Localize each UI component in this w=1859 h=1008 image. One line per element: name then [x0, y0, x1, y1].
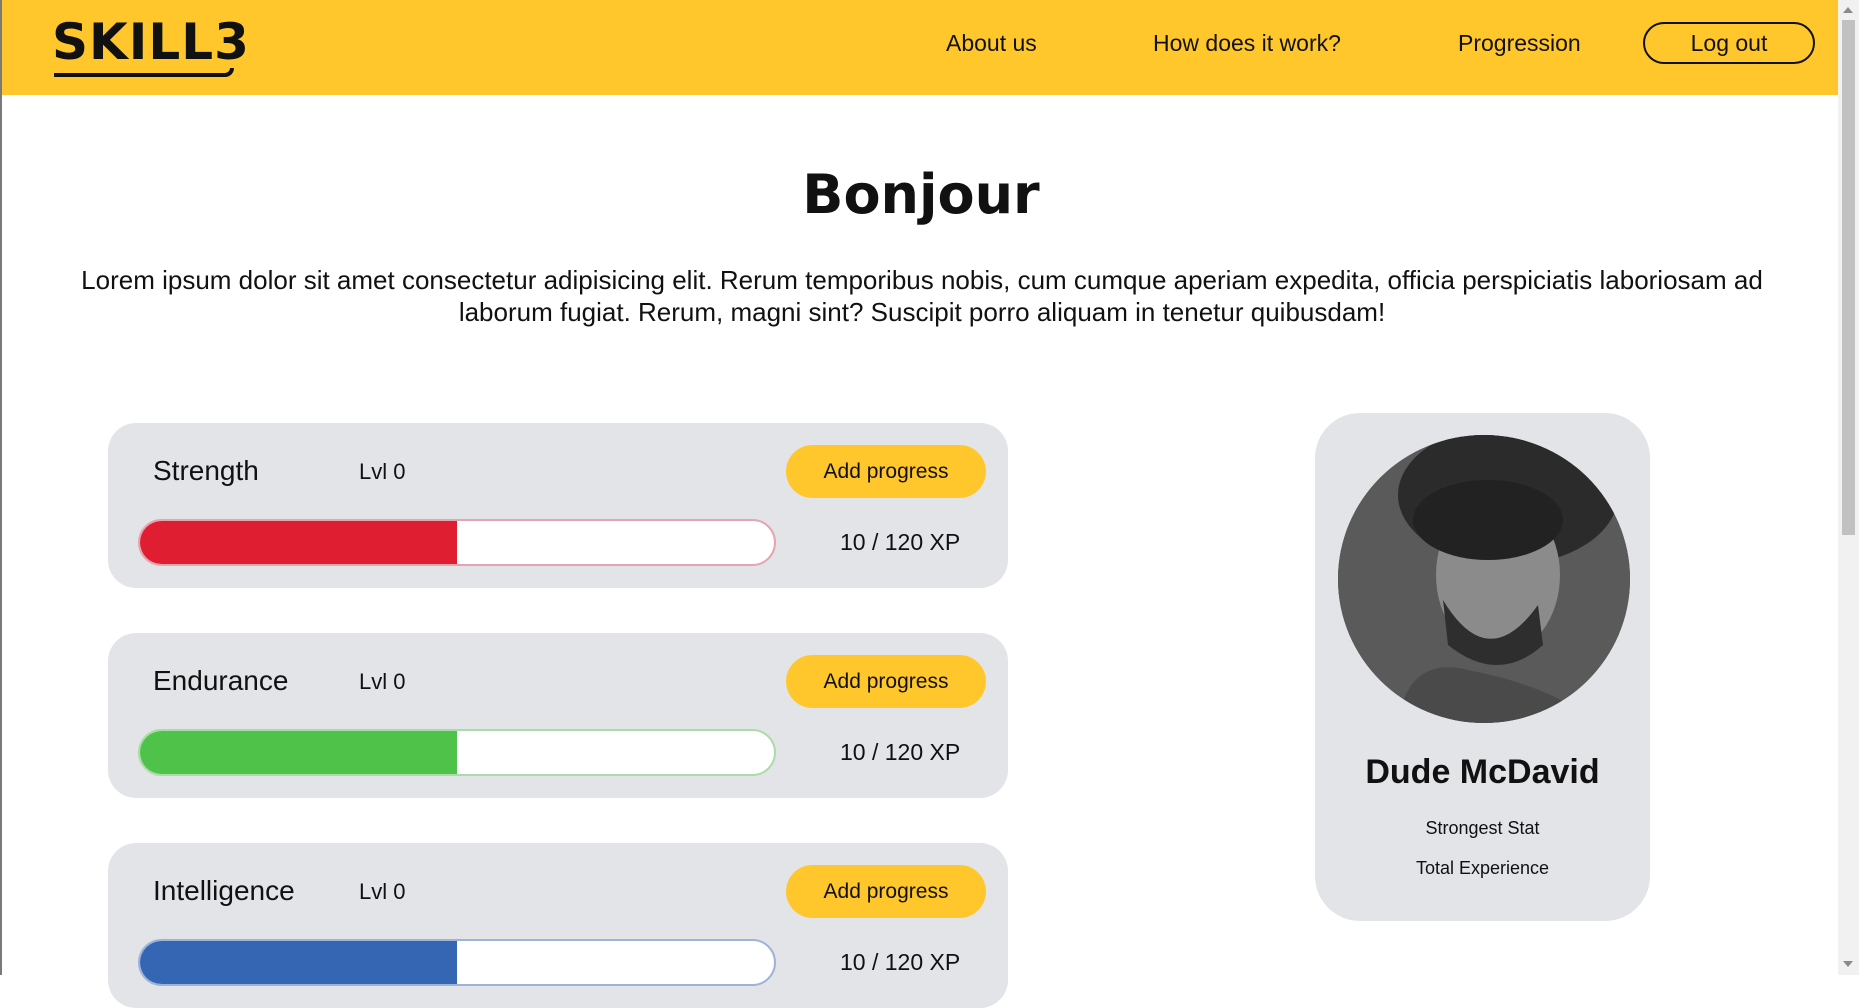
- add-progress-button[interactable]: Add progress: [786, 865, 986, 918]
- add-progress-button[interactable]: Add progress: [786, 655, 986, 708]
- scroll-up-arrow-icon[interactable]: [1843, 7, 1853, 13]
- nav-progression[interactable]: Progression: [1458, 30, 1581, 57]
- stat-level: Lvl 0: [359, 879, 406, 904]
- stat-level: Lvl 0: [359, 459, 406, 484]
- top-navbar: SKILL3 About us How does it work? Progre…: [2, 0, 1840, 95]
- avatar: [1338, 435, 1630, 723]
- total-experience-label: Total Experience: [1415, 858, 1550, 878]
- progress-bar: [138, 729, 776, 776]
- stat-name: Strength: [153, 455, 259, 486]
- xp-readout: 10 / 120 XP: [840, 529, 961, 555]
- logo[interactable]: SKILL3: [52, 17, 249, 77]
- profile-name: Dude McDavid: [1365, 753, 1600, 791]
- logo-text: SKILL3: [52, 13, 250, 71]
- progress-fill: [140, 941, 457, 984]
- page-title: Bonjour: [802, 163, 1040, 226]
- progress-fill: [140, 521, 457, 564]
- xp-readout: 10 / 120 XP: [840, 739, 961, 765]
- nav-how-it-works[interactable]: How does it work?: [1153, 30, 1341, 57]
- scroll-down-arrow-icon[interactable]: [1843, 961, 1853, 967]
- add-progress-button[interactable]: Add progress: [786, 445, 986, 498]
- page-scrollbar[interactable]: [1838, 0, 1859, 975]
- nav-about-us[interactable]: About us: [946, 30, 1037, 57]
- user-portrait-icon: [1338, 435, 1630, 723]
- progress-bar: [138, 939, 776, 986]
- profile-card: Dude McDavid Strongest Stat Total Experi…: [1315, 413, 1650, 921]
- intro-text: Lorem ipsum dolor sit amet consectetur a…: [81, 265, 1763, 327]
- logout-button[interactable]: Log out: [1643, 22, 1815, 64]
- stat-name: Intelligence: [153, 875, 295, 906]
- progress-bar: [138, 519, 776, 566]
- strongest-stat-label: Strongest Stat: [1425, 818, 1540, 838]
- logo-underline: [54, 68, 234, 77]
- page: SKILL3 About us How does it work? Progre…: [0, 0, 1840, 1008]
- stat-card-endurance: Endurance Lvl 0 Add progress 10 / 120 XP: [108, 633, 1008, 798]
- progress-fill: [140, 731, 457, 774]
- stat-card-strength: Strength Lvl 0 Add progress 10 / 120 XP: [108, 423, 1008, 588]
- stat-name: Endurance: [153, 665, 289, 696]
- scrollbar-thumb[interactable]: [1842, 20, 1855, 535]
- xp-readout: 10 / 120 XP: [840, 949, 961, 975]
- stat-card-intelligence: Intelligence Lvl 0 Add progress 10 / 120…: [108, 843, 1008, 1008]
- stat-level: Lvl 0: [359, 669, 406, 694]
